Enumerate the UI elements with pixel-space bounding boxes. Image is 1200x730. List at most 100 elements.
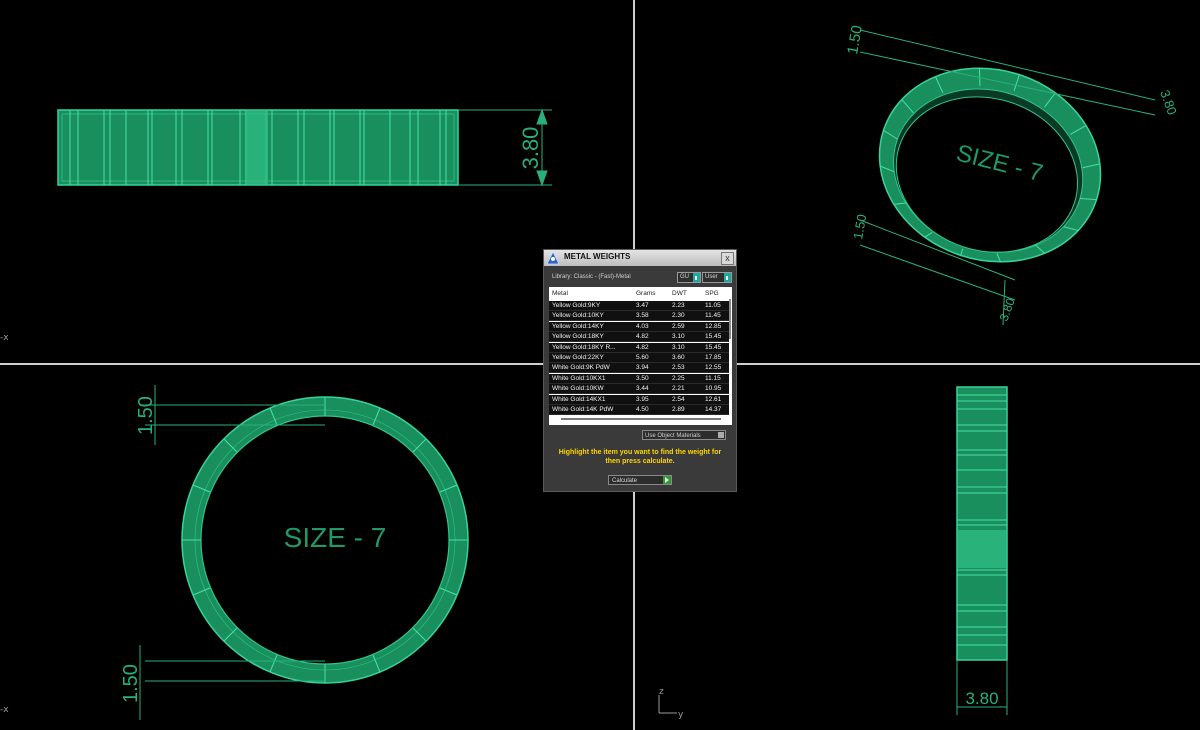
cell-dwt: 2.89 <box>672 406 685 413</box>
cell-metal: Yellow Gold:18KY R... <box>552 343 616 351</box>
cell-grams: 3.58 <box>636 312 649 320</box>
cell-metal: White Gold:14K PdW <box>552 406 614 413</box>
cell-dwt: 2.54 <box>672 395 685 403</box>
dim-label-c: 1.50 <box>850 213 869 241</box>
ring-side-view: 3.80 <box>57 108 552 187</box>
horizontal-scrollbar[interactable] <box>561 418 721 420</box>
cell-grams: 3.95 <box>636 395 649 403</box>
unit-select-value: GU <box>680 274 689 280</box>
table-row[interactable]: White Gold:14K PdW 4.50 2.89 14.37 <box>549 405 729 415</box>
cell-dwt: 3.10 <box>672 333 685 341</box>
cell-grams: 4.03 <box>636 322 649 330</box>
viewport-bottom-left[interactable]: SIZE - 7 1.50 1.50 -x <box>0 365 633 730</box>
calculate-button[interactable]: Calculate <box>608 475 672 485</box>
column-metal[interactable]: Metal <box>552 290 568 297</box>
axis-z-label: z <box>659 687 664 697</box>
use-object-materials-label: Use Object Materials <box>645 433 701 439</box>
dropdown-icon <box>718 432 724 438</box>
table-row[interactable]: Yellow Gold:22KY 5.60 3.60 17.85 <box>549 353 729 363</box>
cell-dwt: 3.10 <box>672 343 685 351</box>
cell-metal: Yellow Gold:22KY <box>552 354 604 361</box>
cell-spg: 11.05 <box>705 302 721 309</box>
cell-dwt: 3.60 <box>672 354 685 361</box>
ring-front-view: SIZE - 7 1.50 1.50 <box>120 385 469 720</box>
use-object-materials-select[interactable]: Use Object Materials <box>642 430 726 440</box>
table-row[interactable]: Yellow Gold:18KY R... 4.82 3.10 15.45 <box>549 342 729 353</box>
cell-dwt: 2.23 <box>672 302 685 309</box>
table-row[interactable]: Yellow Gold:9KY 3.47 2.23 11.05 <box>549 301 729 311</box>
cell-grams: 3.94 <box>636 364 649 372</box>
cell-spg: 10.95 <box>705 385 722 393</box>
dimension-label: 3.80 <box>518 127 543 170</box>
cell-spg: 11.45 <box>705 312 721 320</box>
cell-spg: 14.37 <box>705 406 722 413</box>
dim-label-bottom: 1.50 <box>120 664 142 703</box>
cell-grams: 3.47 <box>636 302 649 309</box>
axis-gizmo <box>658 695 677 714</box>
table-header: Metal Grams DWT SPG <box>549 287 732 301</box>
dim-label-d: 3.80 <box>997 296 1018 323</box>
cell-spg: 15.45 <box>705 333 722 341</box>
cell-metal: White Gold:9K PdW <box>552 364 610 372</box>
dialog-title-bar[interactable]: METAL WEIGHTS x <box>544 250 736 266</box>
cell-metal: Yellow Gold:10KY <box>552 312 604 320</box>
cell-grams: 4.82 <box>636 343 649 351</box>
dimension-label: 3.80 <box>965 689 998 708</box>
column-dwt[interactable]: DWT <box>672 290 687 297</box>
table-row[interactable]: White Gold:9K PdW 3.94 2.53 12.55 <box>549 363 729 374</box>
table-row[interactable]: White Gold:14KX1 3.95 2.54 12.61 <box>549 394 729 405</box>
cell-grams: 5.60 <box>636 354 649 361</box>
cell-metal: White Gold:10KX1 <box>552 374 606 382</box>
cell-dwt: 2.59 <box>672 322 685 330</box>
cell-grams: 3.50 <box>636 374 649 382</box>
cell-metal: Yellow Gold:18KY <box>552 333 604 341</box>
dim-label-a: 1.50 <box>844 24 866 56</box>
cell-dwt: 2.25 <box>672 374 685 382</box>
dim-label-b: 3.80 <box>1157 88 1180 117</box>
cell-dwt: 2.53 <box>672 364 685 372</box>
dialog-title: METAL WEIGHTS <box>564 252 631 261</box>
cell-spg: 17.85 <box>705 354 722 361</box>
cell-dwt: 2.21 <box>672 385 685 393</box>
cell-metal: White Gold:14KX1 <box>552 395 606 403</box>
cell-spg: 12.85 <box>705 322 722 330</box>
axis-mark-lower: -x <box>0 705 9 715</box>
table-row[interactable]: Yellow Gold:18KY 4.82 3.10 15.45 <box>549 332 729 343</box>
calculate-label: Calculate <box>612 478 638 484</box>
scope-select[interactable]: User <box>702 272 732 283</box>
axis-mark-upper: -x <box>0 333 9 343</box>
axis-y-label: y <box>678 710 684 720</box>
cell-metal: Yellow Gold:14KY <box>552 322 604 330</box>
table-row[interactable]: Yellow Gold:14KY 4.03 2.59 12.85 <box>549 321 729 332</box>
cell-grams: 4.82 <box>636 333 649 341</box>
library-label: Library: Classic - (Fast)-Metal <box>552 274 631 280</box>
scope-select-arrow-icon <box>724 273 731 282</box>
metal-table[interactable]: Metal Grams DWT SPG Yellow Gold:9KY 3.47 2… <box>549 287 732 425</box>
table-row[interactable]: Yellow Gold:10KY 3.58 2.30 11.45 <box>549 311 729 322</box>
column-grams[interactable]: Grams <box>636 290 656 297</box>
cell-grams: 3.44 <box>636 385 649 393</box>
size-label: SIZE - 7 <box>284 522 387 553</box>
viewport-top-left[interactable]: 3.80 -x <box>0 0 633 363</box>
cell-grams: 4.50 <box>636 406 649 413</box>
unit-select[interactable]: GU <box>677 272 701 283</box>
cell-metal: White Gold:10KW <box>552 385 604 393</box>
scope-select-value: User <box>705 274 718 280</box>
dim-label-top: 1.50 <box>135 396 157 435</box>
metal-weights-dialog[interactable]: METAL WEIGHTS x Library: Classic - (Fast… <box>543 249 737 492</box>
unit-select-arrow-icon <box>693 273 700 282</box>
close-button[interactable]: x <box>721 252 734 265</box>
vertical-scrollbar[interactable] <box>729 299 731 339</box>
table-row[interactable]: White Gold:10KX1 3.50 2.25 11.15 <box>549 373 729 384</box>
cell-metal: Yellow Gold:9KY <box>552 302 601 309</box>
cell-spg: 15.45 <box>705 343 722 351</box>
play-icon <box>663 476 671 484</box>
cell-spg: 12.55 <box>705 364 722 372</box>
table-row[interactable]: White Gold:10KW 3.44 2.21 10.95 <box>549 384 729 395</box>
cell-dwt: 2.30 <box>672 312 685 320</box>
column-spg[interactable]: SPG <box>705 290 719 297</box>
scale-icon <box>546 251 560 265</box>
cell-spg: 12.61 <box>705 395 722 403</box>
hint-text: Highlight the item you want to find the … <box>558 449 722 465</box>
cell-spg: 11.15 <box>705 374 721 382</box>
